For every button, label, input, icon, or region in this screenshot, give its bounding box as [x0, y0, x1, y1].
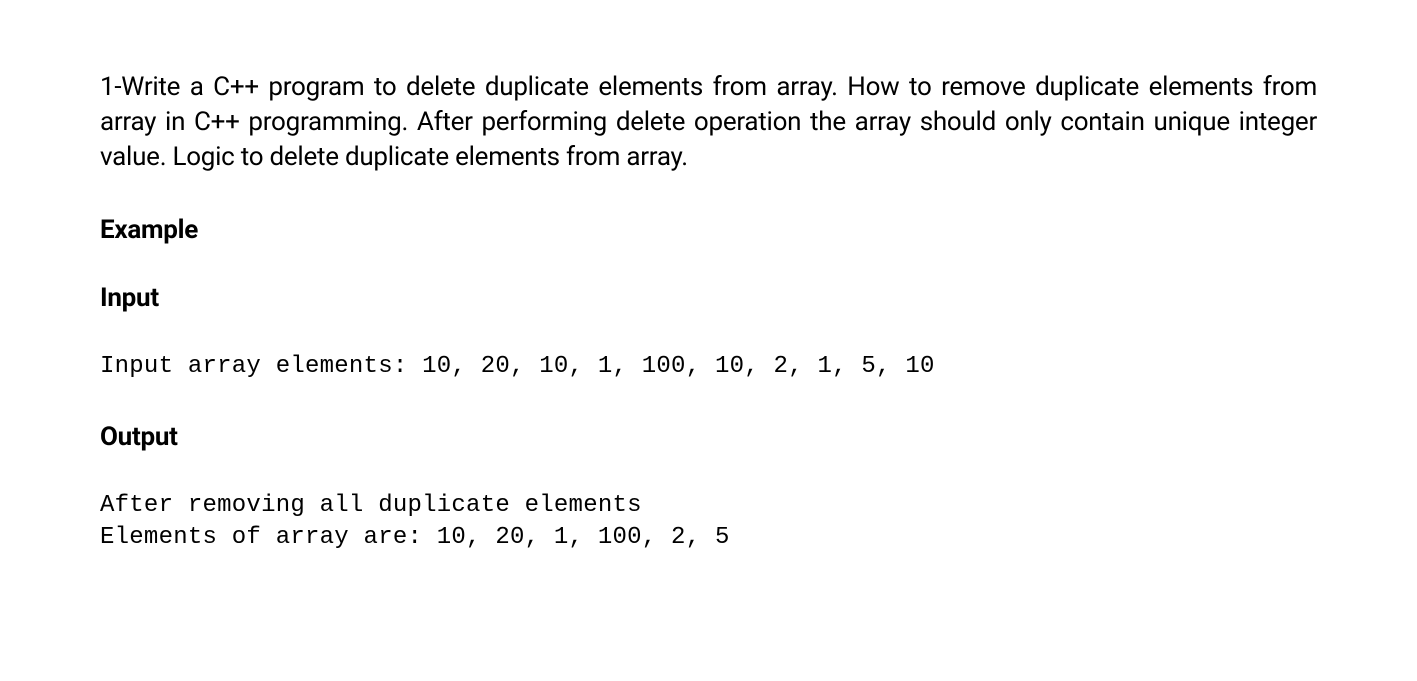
- example-heading: Example: [100, 215, 1317, 245]
- output-text: After removing all duplicate elements El…: [100, 490, 1317, 555]
- input-text: Input array elements: 10, 20, 10, 1, 100…: [100, 351, 1317, 383]
- problem-statement: 1-Write a C++ program to delete duplicat…: [100, 70, 1317, 175]
- input-heading: Input: [100, 283, 1317, 313]
- output-heading: Output: [100, 422, 1317, 452]
